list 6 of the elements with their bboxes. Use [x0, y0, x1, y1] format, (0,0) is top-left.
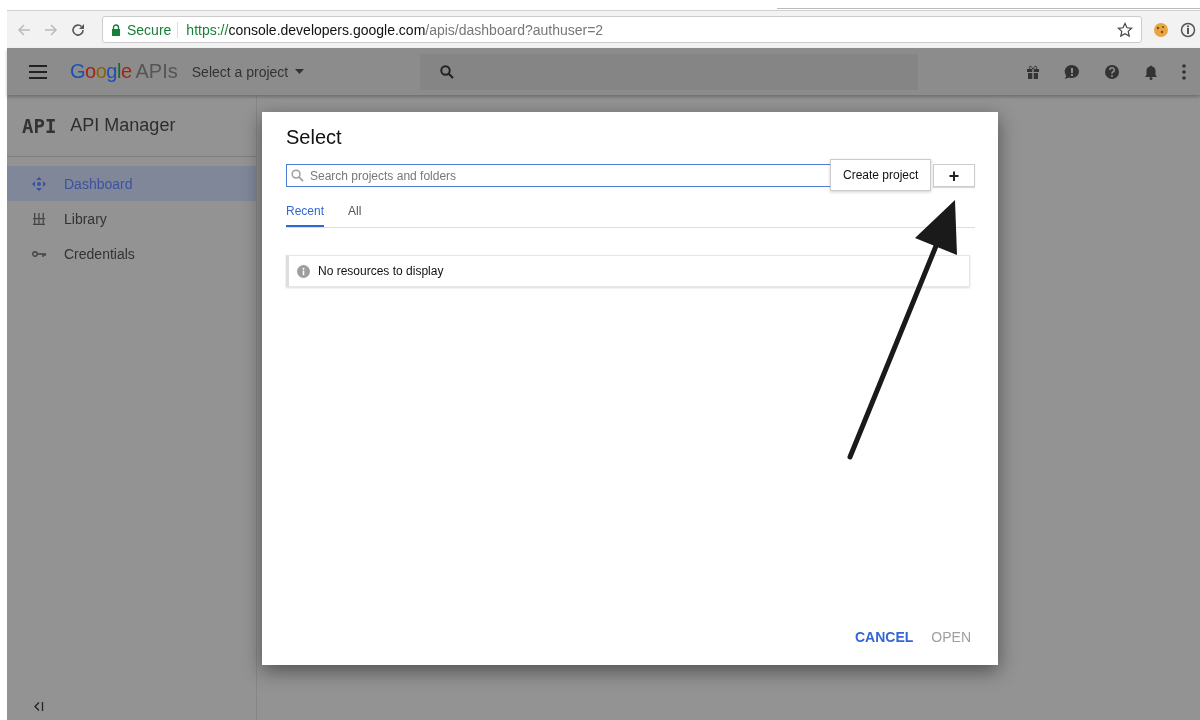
api-logo: API — [22, 114, 57, 137]
secure-label: Secure — [127, 21, 179, 38]
sidebar-title: API Manager — [70, 115, 176, 136]
tooltip: Create project — [830, 159, 932, 191]
message-text: No resources to display — [318, 264, 444, 278]
dialog-title: Select — [286, 126, 342, 149]
